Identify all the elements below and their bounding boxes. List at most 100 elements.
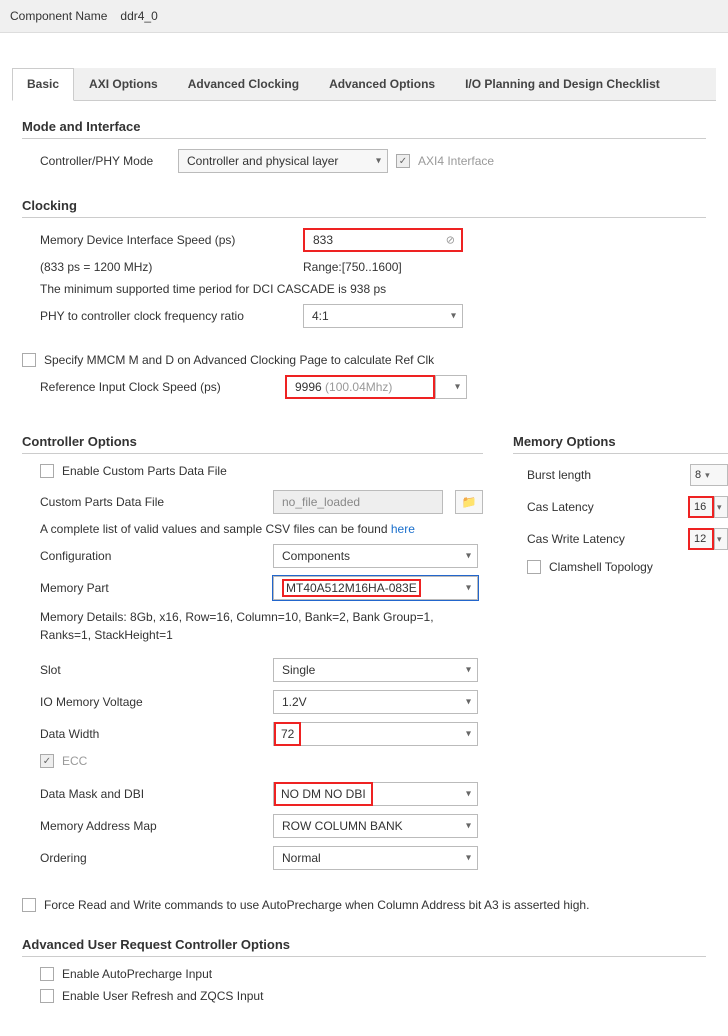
divider: [22, 138, 706, 139]
cas-write-latency-value-box[interactable]: 12: [688, 528, 714, 550]
range-label: Range:[750..1600]: [303, 260, 402, 274]
memory-options-title: Memory Options: [513, 434, 728, 449]
ref-clk-select-text[interactable]: 9996 (100.04Mhz): [285, 375, 435, 399]
divider: [22, 217, 706, 218]
mode-interface-title: Mode and Interface: [22, 119, 706, 134]
clear-icon[interactable]: ⊘: [446, 234, 455, 247]
data-width-value: 72: [274, 722, 301, 746]
chevron-down-icon: ▾: [466, 697, 471, 708]
ref-clk-freq: (100.04Mhz): [325, 380, 392, 394]
mem-speed-note: (833 ps = 1200 MHz): [40, 260, 295, 274]
cas-latency-chevron[interactable]: ▾: [714, 496, 728, 518]
memory-part-label: Memory Part: [40, 581, 265, 595]
custom-parts-placeholder: no_file_loaded: [282, 495, 360, 509]
dm-dbi-label: Data Mask and DBI: [40, 787, 265, 801]
cas-latency-label: Cas Latency: [527, 500, 594, 514]
custom-parts-file-label: Custom Parts Data File: [40, 495, 265, 509]
controller-mode-select[interactable]: Controller and physical layer ▾: [178, 149, 388, 173]
user-refresh-zqcs-label: Enable User Refresh and ZQCS Input: [62, 989, 263, 1003]
chevron-down-icon: ▾: [466, 789, 471, 800]
cas-latency-value-box[interactable]: 16: [688, 496, 714, 518]
chevron-down-icon: ▾: [466, 551, 471, 562]
enable-custom-parts-label: Enable Custom Parts Data File: [62, 464, 227, 478]
addr-map-value: ROW COLUMN BANK: [282, 819, 403, 833]
browse-button[interactable]: 📁: [455, 490, 483, 514]
chevron-down-icon: ▾: [466, 665, 471, 676]
addr-map-select[interactable]: ROW COLUMN BANK ▾: [273, 814, 478, 838]
chevron-down-icon: ▾: [717, 534, 722, 545]
phy-ratio-select[interactable]: 4:1 ▾: [303, 304, 463, 328]
chevron-down-icon: ▾: [466, 821, 471, 832]
cas-latency-value: 16: [694, 501, 706, 513]
burst-length-label: Burst length: [527, 468, 591, 482]
chevron-down-icon: ▾: [466, 729, 471, 740]
enable-custom-parts-checkbox[interactable]: [40, 464, 54, 478]
clocking-title: Clocking: [22, 198, 706, 213]
ref-clk-chevron-box[interactable]: ▾: [435, 375, 467, 399]
tab-advanced-clocking[interactable]: Advanced Clocking: [173, 68, 314, 100]
mmcm-checkbox[interactable]: [22, 353, 36, 367]
dm-dbi-value: NO DM NO DBI: [274, 782, 373, 806]
folder-icon: 📁: [462, 495, 477, 509]
slot-value: Single: [282, 663, 315, 677]
controller-mode-label: Controller/PHY Mode: [40, 154, 170, 168]
phy-ratio-value: 4:1: [312, 309, 329, 323]
chevron-down-icon: ▾: [466, 583, 471, 594]
cas-write-latency-value: 12: [694, 533, 706, 545]
mem-speed-label: Memory Device Interface Speed (ps): [40, 233, 295, 247]
tab-io-planning[interactable]: I/O Planning and Design Checklist: [450, 68, 675, 100]
cas-write-latency-label: Cas Write Latency: [527, 532, 625, 546]
cas-write-latency-chevron[interactable]: ▾: [714, 528, 728, 550]
chevron-down-icon: ▾: [376, 156, 381, 167]
force-autoprecharge-checkbox[interactable]: [22, 898, 36, 912]
slot-label: Slot: [40, 663, 265, 677]
chevron-down-icon: ▾: [717, 502, 722, 513]
memory-part-value: MT40A512M16HA-083E: [282, 579, 421, 597]
voltage-select[interactable]: 1.2V ▾: [273, 690, 478, 714]
tab-axi-options[interactable]: AXI Options: [74, 68, 173, 100]
ecc-checkbox: [40, 754, 54, 768]
user-refresh-zqcs-checkbox[interactable]: [40, 989, 54, 1003]
voltage-value: 1.2V: [282, 695, 307, 709]
divider: [22, 956, 706, 957]
advanced-user-title: Advanced User Request Controller Options: [22, 937, 706, 952]
mem-speed-input[interactable]: 833 ⊘: [303, 228, 463, 252]
tab-advanced-options[interactable]: Advanced Options: [314, 68, 450, 100]
memory-part-select[interactable]: MT40A512M16HA-083E ▾: [273, 576, 478, 600]
autoprecharge-input-label: Enable AutoPrecharge Input: [62, 967, 212, 981]
divider: [22, 453, 483, 454]
controller-options-title: Controller Options: [22, 434, 483, 449]
controller-mode-value: Controller and physical layer: [187, 154, 338, 168]
burst-length-value: 8: [695, 469, 701, 481]
chevron-down-icon: ▾: [466, 853, 471, 864]
ref-clk-value: 9996: [295, 380, 322, 394]
clamshell-checkbox[interactable]: [527, 560, 541, 574]
chevron-down-icon: ▾: [705, 470, 710, 481]
component-name-label: Component Name: [10, 9, 107, 23]
phy-ratio-label: PHY to controller clock frequency ratio: [40, 309, 295, 323]
dm-dbi-select[interactable]: NO DM NO DBI ▾: [273, 782, 478, 806]
configuration-select[interactable]: Components ▾: [273, 544, 478, 568]
axi4-checkbox: [396, 154, 410, 168]
ecc-label: ECC: [62, 754, 87, 768]
chevron-down-icon: ▾: [455, 382, 460, 393]
mmcm-label: Specify MMCM M and D on Advanced Clockin…: [44, 353, 434, 367]
force-autoprecharge-label: Force Read and Write commands to use Aut…: [44, 898, 589, 912]
csv-here-link[interactable]: here: [391, 522, 415, 536]
memory-details: Memory Details: 8Gb, x16, Row=16, Column…: [40, 608, 470, 644]
ordering-label: Ordering: [40, 851, 265, 865]
ordering-select[interactable]: Normal ▾: [273, 846, 478, 870]
divider: [513, 453, 728, 454]
voltage-label: IO Memory Voltage: [40, 695, 265, 709]
tab-bar: Basic AXI Options Advanced Clocking Adva…: [12, 68, 716, 101]
burst-length-select[interactable]: 8 ▾: [690, 464, 728, 486]
data-width-label: Data Width: [40, 727, 265, 741]
configuration-value: Components: [282, 549, 350, 563]
tab-basic[interactable]: Basic: [12, 68, 74, 101]
chevron-down-icon: ▾: [451, 311, 456, 322]
slot-select[interactable]: Single ▾: [273, 658, 478, 682]
data-width-select[interactable]: 72 ▾: [273, 722, 478, 746]
component-name-input[interactable]: [117, 6, 718, 26]
content-area: Mode and Interface Controller/PHY Mode C…: [0, 101, 728, 1029]
autoprecharge-input-checkbox[interactable]: [40, 967, 54, 981]
